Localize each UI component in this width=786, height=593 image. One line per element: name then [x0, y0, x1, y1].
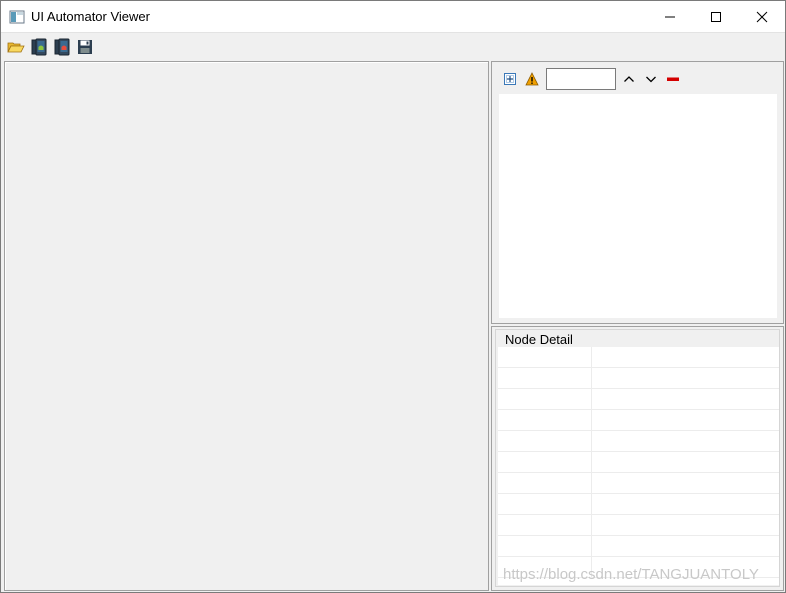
- window-title: UI Automator Viewer: [31, 9, 150, 24]
- table-row[interactable]: [498, 347, 779, 368]
- node-detail-label: Node Detail: [503, 332, 575, 347]
- device-screenshot-button[interactable]: [28, 36, 50, 58]
- clear-button[interactable]: [663, 69, 683, 89]
- table-cell-key: [498, 536, 592, 556]
- table-row[interactable]: [498, 431, 779, 452]
- table-row[interactable]: [498, 368, 779, 389]
- save-button[interactable]: [74, 36, 96, 58]
- table-cell-value: [592, 494, 779, 514]
- table-cell-key: [498, 494, 592, 514]
- app-icon: [9, 9, 25, 25]
- table-cell-key: [498, 368, 592, 388]
- table-cell-key: [498, 473, 592, 493]
- close-button[interactable]: [739, 1, 785, 32]
- device-screenshot-compressed-icon: [54, 38, 70, 55]
- table-cell-value: [592, 347, 779, 367]
- device-screenshot-compressed-button[interactable]: [51, 36, 73, 58]
- title-bar[interactable]: UI Automator Viewer: [1, 1, 785, 32]
- watermark: https://blog.csdn.net/TANGJUANTOLY: [503, 566, 759, 583]
- table-row[interactable]: [498, 473, 779, 494]
- expand-all-button[interactable]: [500, 69, 520, 89]
- clear-icon: [667, 77, 679, 81]
- minimize-button[interactable]: [647, 1, 693, 32]
- device-screenshot-icon: [31, 38, 47, 55]
- expand-all-icon: [504, 73, 516, 85]
- window-controls: [647, 1, 785, 32]
- table-cell-key: [498, 452, 592, 472]
- table-cell-key: [498, 389, 592, 409]
- next-button[interactable]: [641, 69, 661, 89]
- table-row[interactable]: [498, 452, 779, 473]
- table-cell-value: [592, 389, 779, 409]
- warning-icon: [525, 72, 539, 86]
- minimize-icon: [665, 16, 675, 17]
- naf-toggle-button[interactable]: [522, 69, 542, 89]
- maximize-icon: [711, 11, 721, 22]
- screenshot-view[interactable]: [4, 61, 489, 591]
- table-row[interactable]: [498, 410, 779, 431]
- main-toolbar: [1, 32, 785, 60]
- table-row[interactable]: [498, 515, 779, 536]
- maximize-button[interactable]: [693, 1, 739, 32]
- table-cell-key: [498, 515, 592, 535]
- table-cell-value: [592, 473, 779, 493]
- save-icon: [78, 39, 92, 54]
- node-detail-table[interactable]: [498, 347, 779, 585]
- app-window: UI Automator Viewer Node Detail https://…: [0, 0, 786, 593]
- close-icon: [756, 11, 768, 22]
- next-icon: [646, 76, 656, 83]
- table-cell-value: [592, 515, 779, 535]
- previous-button[interactable]: [619, 69, 639, 89]
- node-detail-group: Node Detail: [495, 329, 780, 587]
- table-row[interactable]: [498, 536, 779, 557]
- table-row[interactable]: [498, 389, 779, 410]
- table-cell-key: [498, 410, 592, 430]
- hierarchy-toolbar: [500, 68, 685, 90]
- hierarchy-panel: [491, 61, 784, 324]
- table-row[interactable]: [498, 494, 779, 515]
- previous-icon: [624, 76, 634, 82]
- open-icon: [7, 42, 25, 52]
- hierarchy-tree[interactable]: [499, 94, 777, 318]
- table-cell-value: [592, 410, 779, 430]
- node-detail-panel: Node Detail: [491, 326, 784, 591]
- table-cell-key: [498, 431, 592, 451]
- table-cell-value: [592, 536, 779, 556]
- search-input[interactable]: [546, 68, 616, 90]
- open-button[interactable]: [5, 36, 27, 58]
- table-cell-value: [592, 368, 779, 388]
- table-cell-value: [592, 452, 779, 472]
- table-cell-key: [498, 347, 592, 367]
- table-cell-value: [592, 431, 779, 451]
